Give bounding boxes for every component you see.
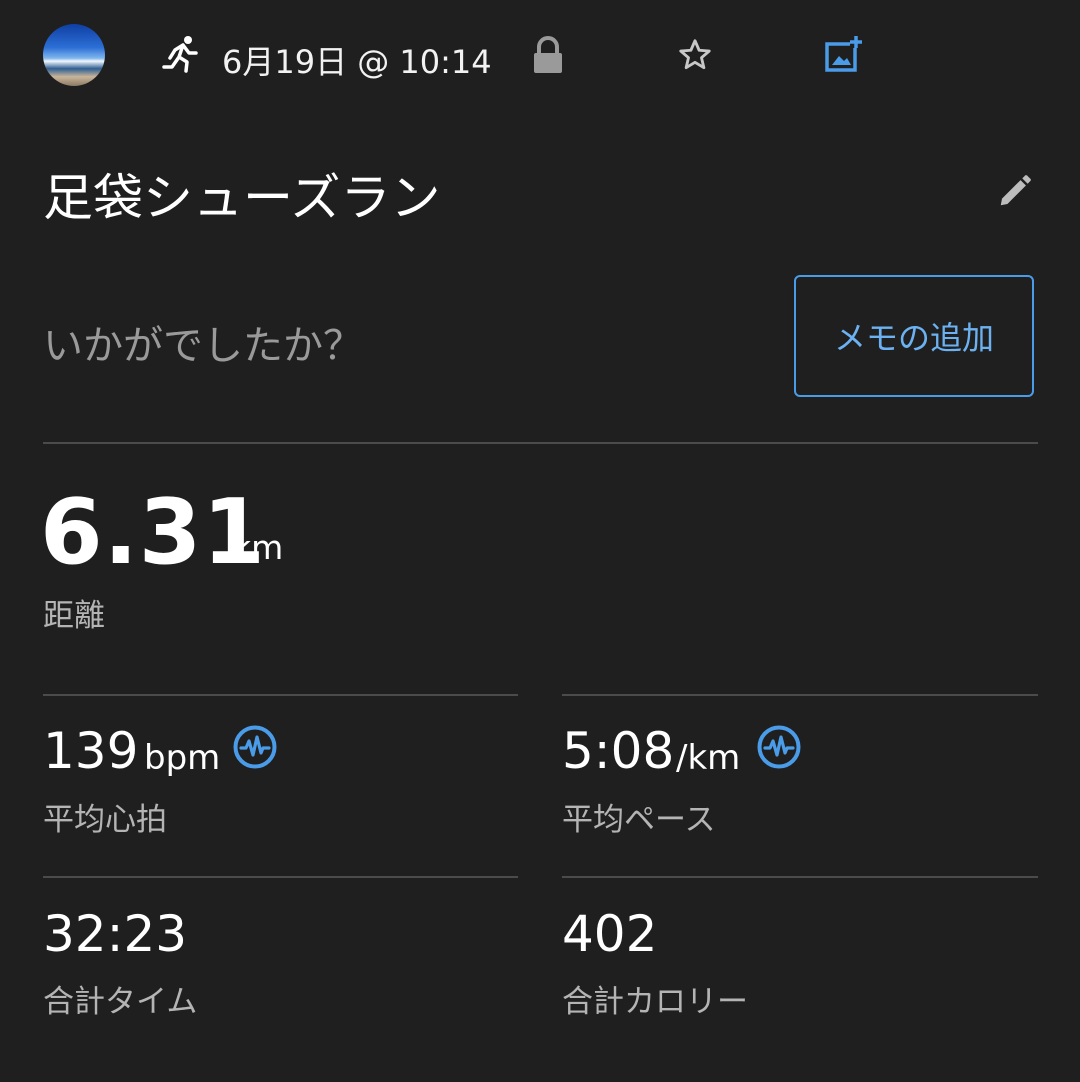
divider — [562, 876, 1038, 878]
pace-value: 5:08 — [562, 722, 675, 780]
distance-unit: km — [232, 528, 284, 567]
activity-title[interactable]: 足袋シューズラン — [43, 158, 441, 230]
pencil-icon[interactable] — [996, 172, 1034, 214]
calories-value: 402 — [562, 905, 658, 963]
calories-label: 合計カロリー — [562, 984, 748, 1020]
heart-rate-value: 139 — [43, 722, 139, 780]
activity-header: 6月19日 @ 10:14 — [0, 0, 1080, 110]
avatar[interactable] — [43, 24, 105, 86]
total-time-label: 合計タイム — [43, 984, 198, 1020]
star-icon[interactable] — [676, 36, 714, 78]
pace-unit: /km — [676, 738, 741, 778]
pace-label: 平均ペース — [562, 802, 716, 838]
heart-rate-sensor-icon — [232, 724, 278, 774]
add-memo-button[interactable]: メモの追加 — [794, 275, 1034, 397]
heart-rate-sensor-icon — [756, 724, 802, 774]
divider — [43, 876, 518, 878]
add-photo-icon[interactable] — [824, 34, 864, 78]
divider — [562, 694, 1038, 696]
running-icon — [160, 34, 200, 78]
divider — [43, 442, 1038, 444]
divider — [43, 694, 518, 696]
heart-rate-unit: bpm — [144, 738, 221, 778]
heart-rate-label: 平均心拍 — [43, 802, 167, 838]
distance-label: 距離 — [43, 598, 105, 634]
lock-icon[interactable] — [530, 36, 566, 80]
memo-prompt: いかがでしたか？ — [43, 323, 363, 369]
total-time-value: 32:23 — [43, 905, 188, 963]
activity-date: 6月19日 @ 10:14 — [222, 43, 492, 81]
